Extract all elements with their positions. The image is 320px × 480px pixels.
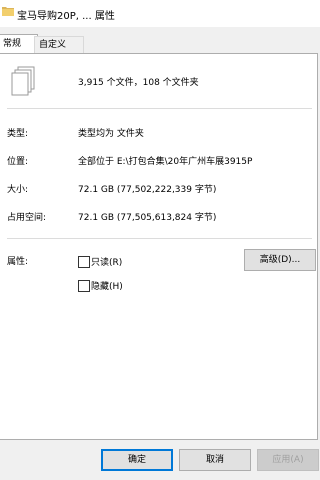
readonly-label[interactable]: 只读(R) [91,255,122,268]
location-label: 位置: [7,157,29,167]
hidden-checkbox[interactable] [78,280,90,292]
readonly-checkbox[interactable] [78,256,90,268]
general-panel [0,53,318,440]
size-label: 大小: [7,185,29,195]
apply-button[interactable]: 应用(A) [257,449,319,471]
folder-icon [2,7,14,16]
ok-button[interactable]: 确定 [101,449,173,471]
tab-general[interactable]: 常规 [0,34,38,54]
attributes-label: 属性: [7,257,29,267]
window-title: 宝马导购20P, ... 属性 [17,11,115,22]
location-value: 全部位于 E:\打包合集\20年广州车展3915P [78,157,253,167]
hidden-label[interactable]: 隐藏(H) [91,279,123,292]
title-bar: 宝马导购20P, ... 属性 [0,0,320,27]
cancel-button[interactable]: 取消 [179,449,251,471]
type-value: 类型均为 文件夹 [78,129,144,139]
separator [7,108,312,109]
tab-custom-label: 自定义 [39,40,67,50]
tab-custom[interactable]: 自定义 [34,36,84,53]
separator [7,238,312,239]
advanced-button[interactable]: 高级(D)... [244,249,316,271]
size-on-disk-label: 占用空间: [7,213,47,223]
size-on-disk-value: 72.1 GB (77,505,613,824 字节) [78,213,217,223]
multiple-files-icon [11,66,35,96]
type-label: 类型: [7,129,29,139]
tab-general-label: 常规 [3,39,22,49]
tab-strip: 常规 自定义 [0,34,320,54]
selection-summary: 3,915 个文件，108 个文件夹 [78,78,199,88]
size-value: 72.1 GB (77,502,222,339 字节) [78,185,217,195]
